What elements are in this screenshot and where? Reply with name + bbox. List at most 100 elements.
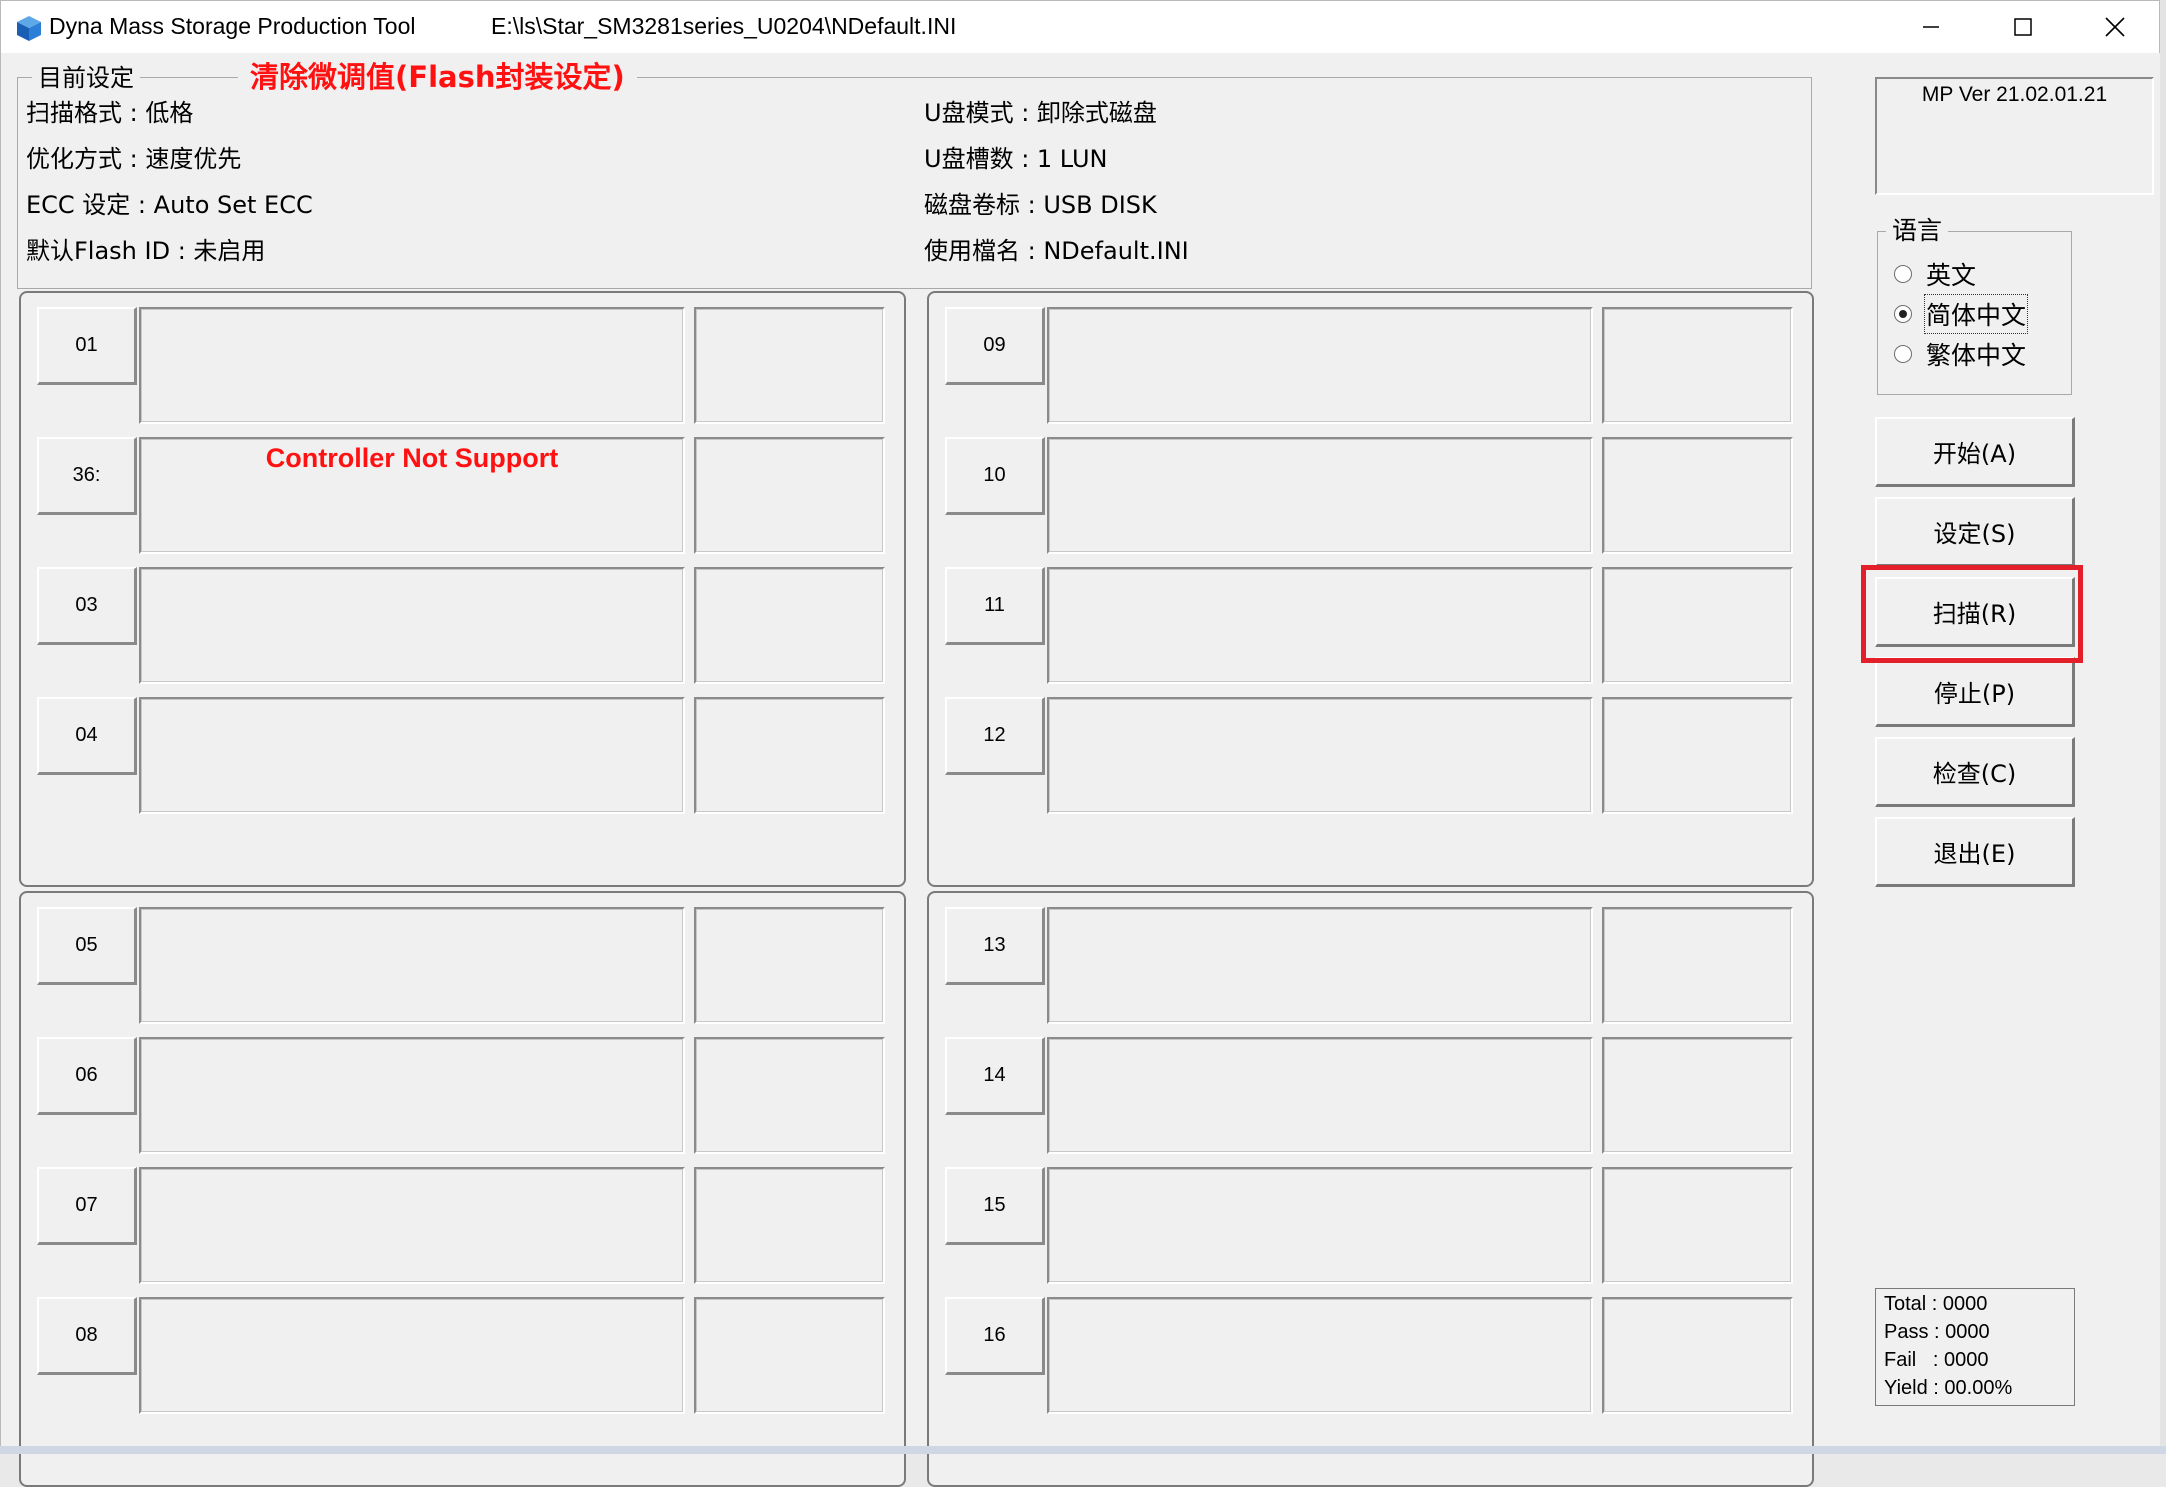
exit-button[interactable]: 退出(E)	[1875, 817, 2075, 887]
port-status-inner	[141, 569, 683, 682]
port-status-inner	[1049, 1169, 1591, 1282]
port-capacity-inner	[696, 909, 883, 1022]
title-bar: Dyna Mass Storage Production Tool E:\ls\…	[1, 1, 2159, 53]
language-legend: 语言	[1886, 216, 1949, 246]
port-capacity-inner	[696, 1299, 883, 1412]
port-number-button[interactable]: 16	[945, 1297, 1045, 1375]
ecc-setting: ECC 设定 : Auto Set ECC	[26, 191, 313, 219]
udisk-lun-setting: U盘槽数 : 1 LUN	[924, 145, 1108, 173]
port-status-box	[1047, 437, 1593, 554]
radio-english[interactable]	[1894, 265, 1912, 283]
port-capacity-box	[1602, 307, 1793, 424]
port-status-box	[1047, 1167, 1593, 1284]
desktop-edge-right	[2160, 0, 2166, 1454]
stat-pass: Pass : 0000	[1884, 1321, 1990, 1343]
optimize-mode-setting: 优化方式 : 速度优先	[26, 145, 242, 173]
stop-button[interactable]: 停止(P)	[1875, 657, 2075, 727]
port-capacity-inner	[696, 1039, 883, 1152]
port-number-button[interactable]: 13	[945, 907, 1045, 985]
app-cube-icon	[17, 16, 41, 41]
stat-fail: Fail : 0000	[1884, 1349, 1989, 1371]
version-label: MP Ver 21.02.01.21	[1921, 83, 2108, 106]
port-capacity-inner	[1604, 569, 1791, 682]
udisk-mode-setting: U盘模式 : 卸除式磁盘	[924, 99, 1157, 127]
language-option-label: 简体中文	[1923, 294, 2029, 334]
port-status-box	[139, 1167, 685, 1284]
port-capacity-box	[1602, 567, 1793, 684]
port-capacity-box	[1602, 1167, 1793, 1284]
port-capacity-box	[694, 907, 885, 1024]
desktop-edge-bottom	[0, 1446, 2166, 1454]
port-capacity-inner	[696, 309, 883, 422]
port-capacity-inner	[1604, 1299, 1791, 1412]
port-capacity-box	[694, 437, 885, 554]
radio-simplified-chinese[interactable]	[1894, 305, 1912, 323]
port-number-button[interactable]: 14	[945, 1037, 1045, 1115]
port-capacity-inner	[1604, 1039, 1791, 1152]
port-number-button[interactable]: 04	[37, 697, 137, 775]
port-status-inner	[1049, 909, 1591, 1022]
minimize-button[interactable]	[1885, 1, 1977, 53]
app-window: Dyna Mass Storage Production Tool E:\ls\…	[0, 0, 2161, 1487]
port-capacity-inner	[696, 439, 883, 552]
port-capacity-box	[694, 1297, 885, 1414]
maximize-button[interactable]	[1977, 1, 2069, 53]
language-option-english[interactable]: 英文	[1894, 256, 1976, 292]
port-number-button[interactable]: 01	[37, 307, 137, 385]
port-status-box: Controller Not Support	[139, 437, 685, 554]
window-title: Dyna Mass Storage Production Tool	[49, 13, 416, 39]
port-capacity-box	[694, 567, 885, 684]
port-number-button[interactable]: 08	[37, 1297, 137, 1375]
port-status-box	[139, 1037, 685, 1154]
port-number-button[interactable]: 12	[945, 697, 1045, 775]
language-option-label: 英文	[1926, 261, 1977, 290]
close-button[interactable]	[2069, 1, 2161, 53]
port-status-inner	[141, 1299, 683, 1412]
port-status-inner	[1049, 569, 1591, 682]
settings-button[interactable]: 设定(S)	[1875, 497, 2075, 567]
port-status-inner	[141, 909, 683, 1022]
maximize-icon	[2014, 18, 2032, 36]
port-number-button[interactable]: 09	[945, 307, 1045, 385]
port-number-button[interactable]: 06	[37, 1037, 137, 1115]
current-settings-group: 目前设定 清除微调值(Flash封装设定) 扫描格式 : 低格 优化方式 : 速…	[17, 60, 1812, 289]
language-option-traditional-chinese[interactable]: 繁体中文	[1894, 336, 2026, 372]
radio-traditional-chinese[interactable]	[1894, 345, 1912, 363]
port-capacity-inner	[696, 569, 883, 682]
port-number-button[interactable]: 11	[945, 567, 1045, 645]
port-status-inner	[141, 1039, 683, 1152]
client-area: 目前设定 清除微调值(Flash封装设定) 扫描格式 : 低格 优化方式 : 速…	[1, 53, 2161, 1487]
port-number-button[interactable]: 10	[945, 437, 1045, 515]
port-capacity-box	[694, 1167, 885, 1284]
port-number-button[interactable]: 03	[37, 567, 137, 645]
stats-box: Total : 0000 Pass : 0000 Fail : 0000 Yie…	[1875, 1288, 2075, 1406]
port-status-inner	[1049, 1299, 1591, 1412]
start-button[interactable]: 开始(A)	[1875, 417, 2075, 487]
port-capacity-inner	[696, 1169, 883, 1282]
port-status-box	[1047, 567, 1593, 684]
port-status-inner	[1049, 1039, 1591, 1152]
port-capacity-box	[1602, 437, 1793, 554]
check-button[interactable]: 检查(C)	[1875, 737, 2075, 807]
clear-tuning-notice: 清除微调值(Flash封装设定)	[238, 60, 637, 94]
language-option-simplified-chinese[interactable]: 简体中文	[1894, 294, 2029, 334]
port-status-inner	[141, 309, 683, 422]
port-number-button[interactable]: 07	[37, 1167, 137, 1245]
port-number-button[interactable]: 15	[945, 1167, 1045, 1245]
port-status-box	[1047, 907, 1593, 1024]
port-status-box	[1047, 1297, 1593, 1414]
port-status-inner	[141, 1169, 683, 1282]
scan-button[interactable]: 扫描(R)	[1875, 577, 2075, 647]
port-status-box	[1047, 1037, 1593, 1154]
port-status-inner	[1049, 699, 1591, 812]
port-number-button[interactable]: 05	[37, 907, 137, 985]
volume-label-setting: 磁盘卷标 : USB DISK	[924, 191, 1157, 219]
port-capacity-box	[694, 1037, 885, 1154]
port-number-button[interactable]: 36:	[37, 437, 137, 515]
port-capacity-box	[1602, 907, 1793, 1024]
port-capacity-box	[1602, 697, 1793, 814]
port-capacity-box	[1602, 1297, 1793, 1414]
language-option-label: 繁体中文	[1926, 341, 2027, 370]
language-group: 语言 英文 简体中文 繁体中文	[1877, 216, 2072, 395]
config-file-setting: 使用檔名 : NDefault.INI	[924, 237, 1189, 265]
